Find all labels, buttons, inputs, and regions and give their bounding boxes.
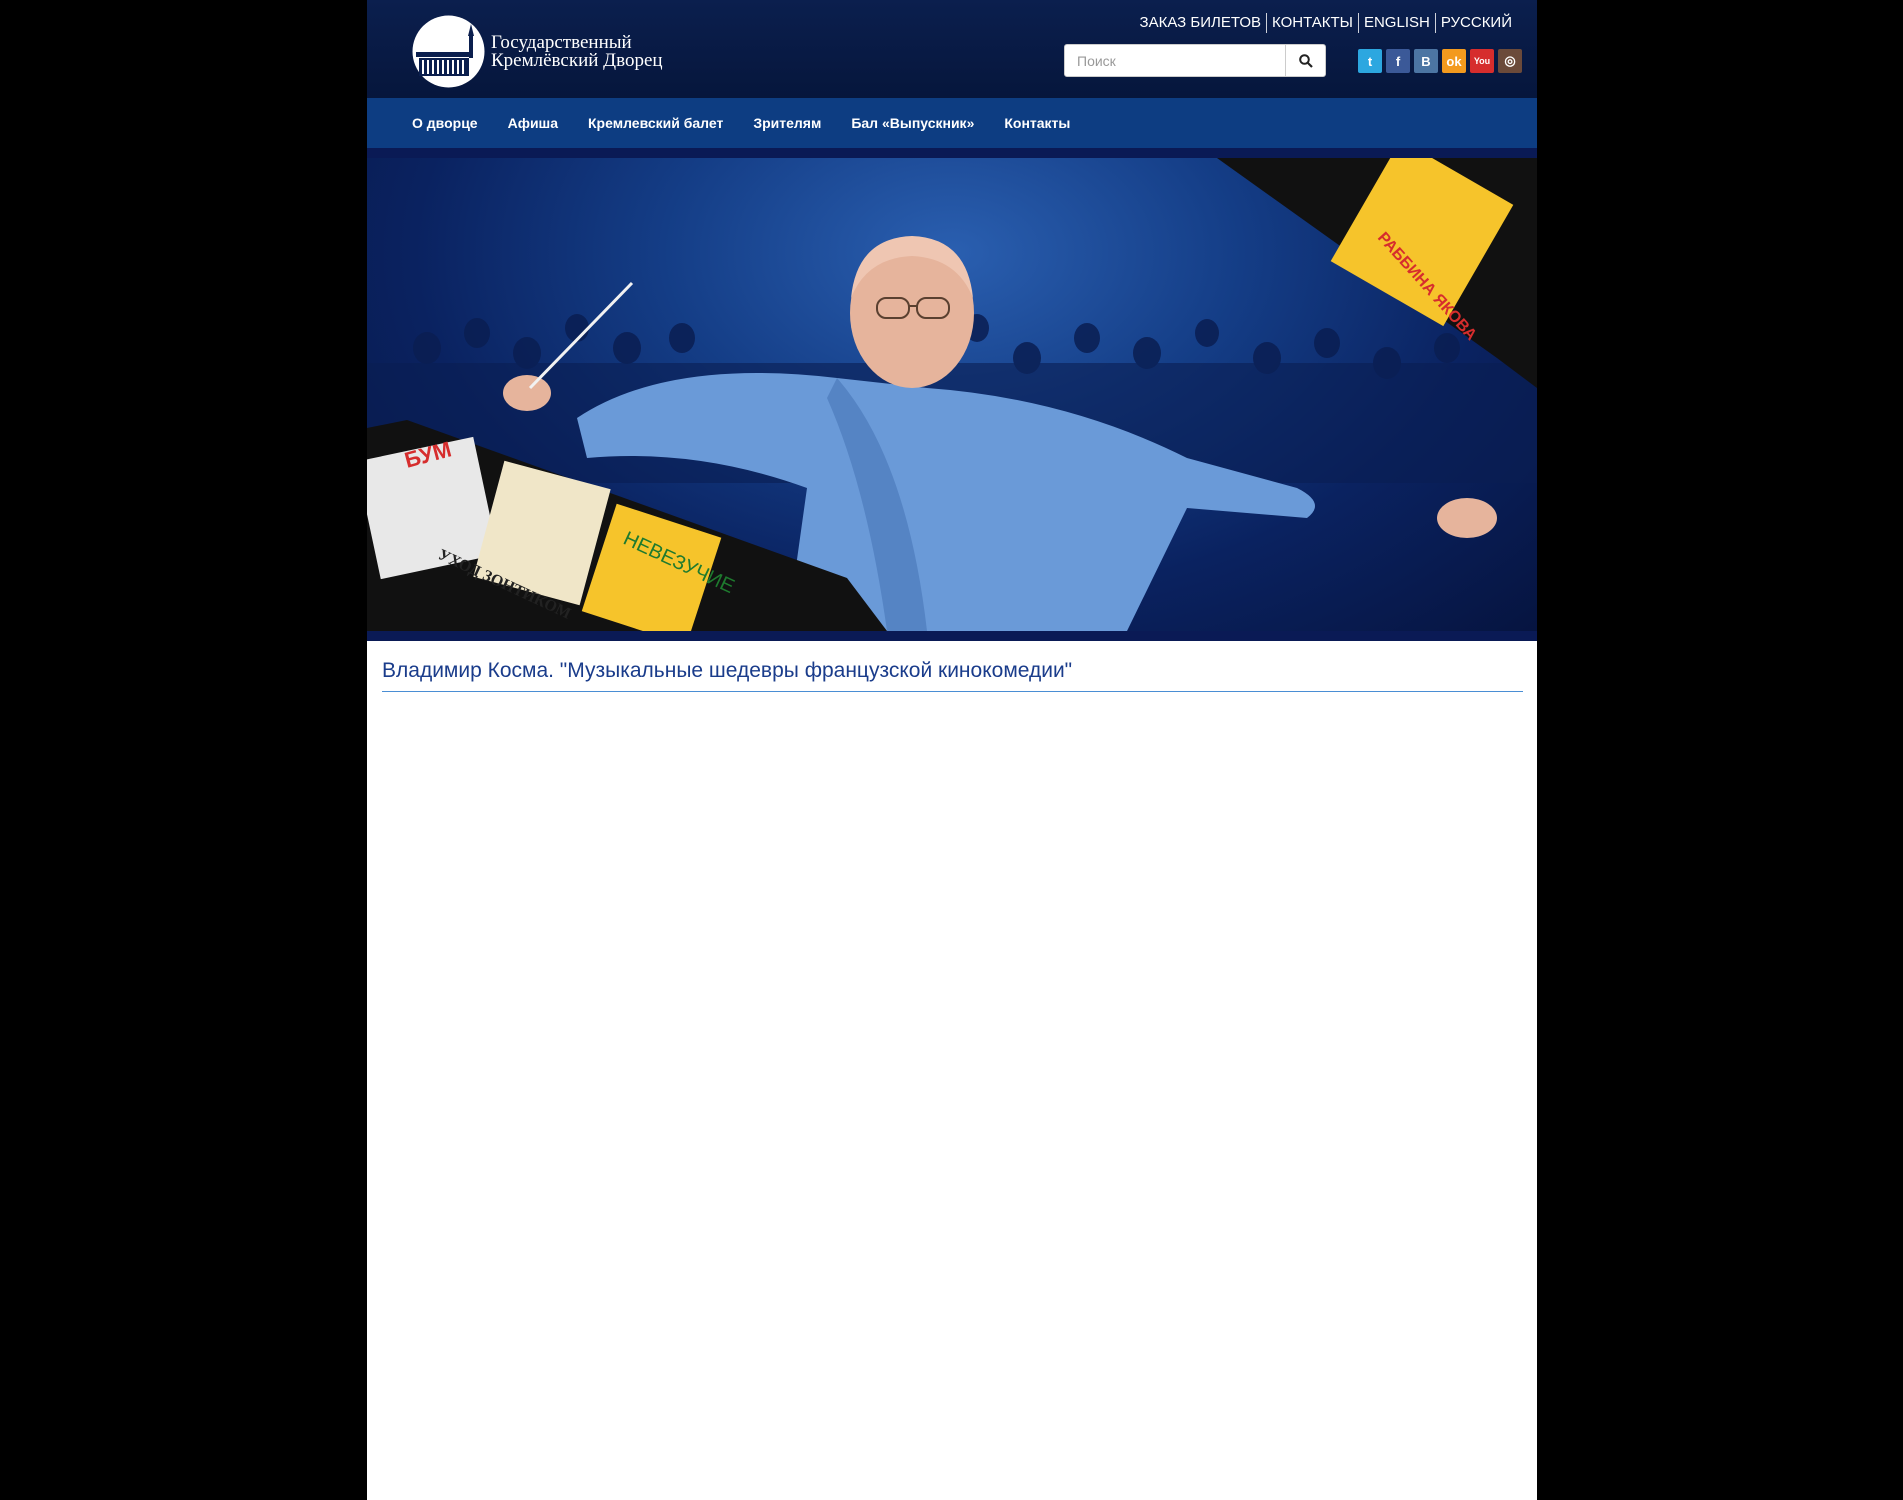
search-input[interactable] [1065,45,1285,76]
page-title: Владимир Косма. "Музыкальные шедевры фра… [382,659,1073,682]
main-nav: О дворце Афиша Кремлевский балет Зрителя… [367,98,1537,148]
site-header: Государственный Кремлёвский Дворец ЗАКАЗ… [367,0,1537,98]
search-icon [1298,53,1313,68]
logo-line-2: Кремлёвский Дворец [491,49,663,71]
vk-icon[interactable]: B [1414,49,1438,73]
search-button[interactable] [1285,45,1325,76]
english-language-link[interactable]: ENGLISH [1359,14,1435,32]
nav-item-visitors[interactable]: Зрителям [753,115,821,131]
instagram-icon[interactable]: ◎ [1498,49,1522,73]
tickets-link[interactable]: ЗАКАЗ БИЛЕТОВ [1135,14,1267,32]
banner-illustration: БУМ УХОД ЗОНТИКОМ НЕВЕЗУЧИЕ РАББИНА ЯКОВ… [367,158,1537,631]
contacts-link[interactable]: КОНТАКТЫ [1267,14,1358,32]
nav-item-afisha[interactable]: Афиша [508,115,558,131]
odnoklassniki-icon[interactable]: ok [1442,49,1466,73]
search-box [1064,44,1326,77]
page: Государственный Кремлёвский Дворец ЗАКАЗ… [367,0,1537,1500]
top-links: ЗАКАЗ БИЛЕТОВ КОНТАКТЫ ENGLISH РУССКИЙ [1135,13,1517,33]
title-divider [382,691,1523,692]
logo-text: Государственный Кремлёвский Дворец [491,31,663,71]
nav-item-contacts[interactable]: Контакты [1004,115,1070,131]
nav-item-about[interactable]: О дворце [412,115,478,131]
nav-item-graduate-ball[interactable]: Бал «Выпускник» [851,115,974,131]
site-logo[interactable]: Государственный Кремлёвский Дворец [411,14,681,89]
divider [1434,13,1436,33]
kremlin-palace-logo-icon [412,15,485,88]
nav-strip [367,148,1537,158]
russian-language-link[interactable]: РУССКИЙ [1436,14,1517,32]
divider [1266,13,1268,33]
youtube-icon[interactable]: You [1470,49,1494,73]
nav-item-kremlin-ballet[interactable]: Кремлевский балет [588,115,723,131]
social-links: t f Bok You ◎ [1358,49,1522,73]
event-banner[interactable]: БУМ УХОД ЗОНТИКОМ НЕВЕЗУЧИЕ РАББИНА ЯКОВ… [367,158,1537,631]
logo-line-1: Государственный [491,31,632,53]
facebook-icon[interactable]: f [1386,49,1410,73]
twitter-icon[interactable]: t [1358,49,1382,73]
banner-strip [367,631,1537,641]
divider [1357,13,1359,33]
